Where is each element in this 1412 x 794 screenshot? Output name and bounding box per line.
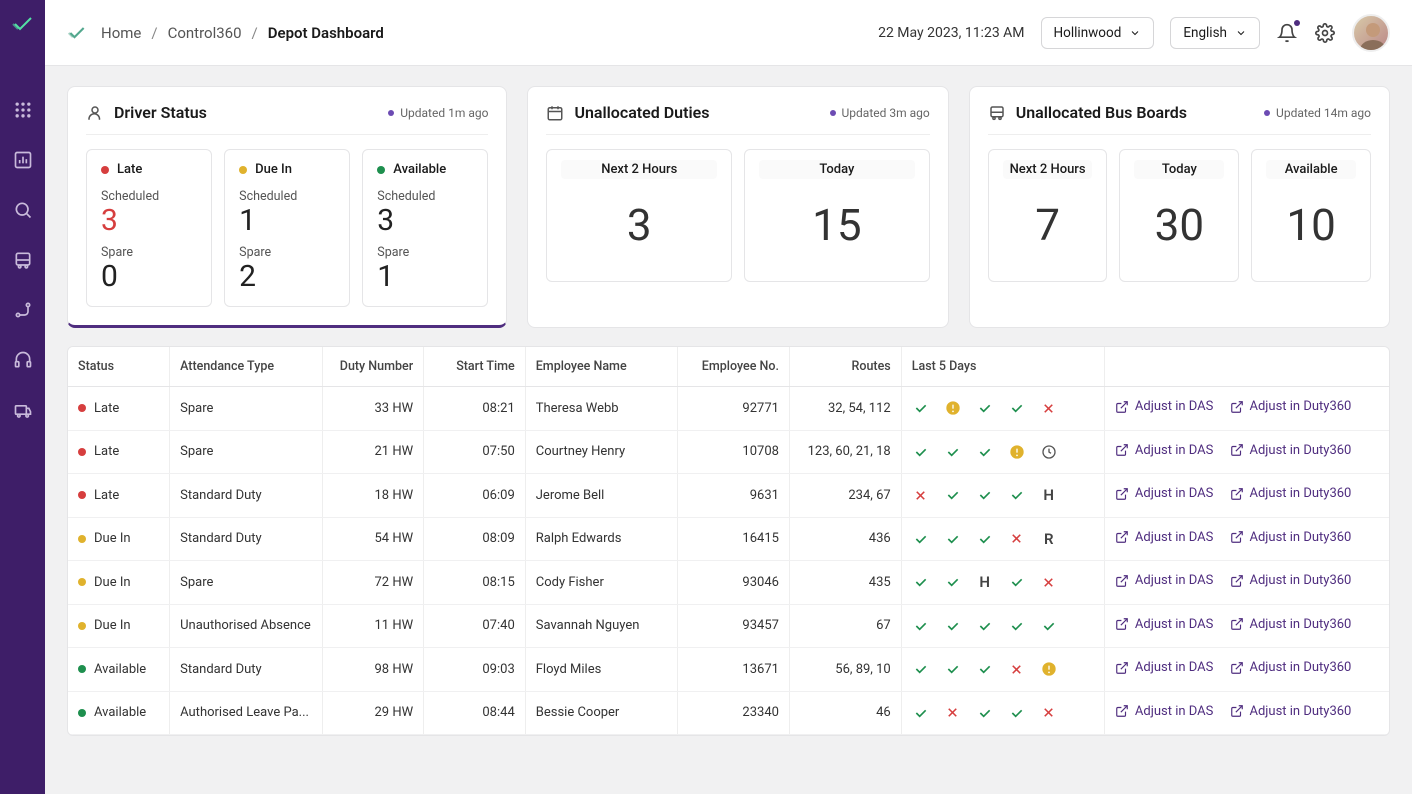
table-row: Late Spare 21 HW 07:50 Courtney Henry 10…: [68, 430, 1389, 474]
table-row: Due In Unauthorised Absence 11 HW 07:40 …: [68, 604, 1389, 648]
nav-route-icon[interactable]: [11, 298, 35, 322]
adjust-duty360-link[interactable]: Adjust in Duty360: [1230, 486, 1352, 501]
adjust-das-link[interactable]: Adjust in DAS: [1115, 573, 1213, 588]
chevron-down-icon: [1129, 27, 1141, 39]
nav-headset-icon[interactable]: [11, 348, 35, 372]
adjust-das-link[interactable]: Adjust in DAS: [1115, 443, 1213, 458]
table-row: Late Standard Duty 18 HW 06:09 Jerome Be…: [68, 474, 1389, 518]
language-selector[interactable]: English: [1170, 17, 1260, 49]
card-title-text: Unallocated Bus Boards: [1016, 103, 1187, 122]
bus-box: Next 2 Hours7: [988, 149, 1108, 282]
driver-status-box: Due In Scheduled 1 Spare 2: [224, 149, 350, 307]
table-row: Due In Spare 72 HW 08:15 Cody Fisher 930…: [68, 561, 1389, 605]
th-duty[interactable]: Duty Number: [322, 347, 424, 387]
app-check-icon: [67, 23, 87, 43]
breadcrumb: Home / Control360 / Depot Dashboard: [67, 23, 384, 43]
th-name[interactable]: Employee Name: [525, 347, 677, 387]
adjust-duty360-link[interactable]: Adjust in Duty360: [1230, 617, 1352, 632]
card-title-text: Unallocated Duties: [574, 103, 709, 122]
th-start[interactable]: Start Time: [424, 347, 526, 387]
topbar: Home / Control360 / Depot Dashboard 22 M…: [45, 0, 1412, 66]
breadcrumb-home[interactable]: Home: [101, 24, 141, 42]
breadcrumb-current: Depot Dashboard: [268, 24, 384, 42]
card-driver-status[interactable]: Driver Status Updated 1m ago Late Schedu…: [67, 86, 507, 328]
calendar-icon: [546, 104, 564, 122]
adjust-duty360-link[interactable]: Adjust in Duty360: [1230, 573, 1352, 588]
adjust-das-link[interactable]: Adjust in DAS: [1115, 617, 1213, 632]
adjust-das-link[interactable]: Adjust in DAS: [1115, 486, 1213, 501]
card-unallocated-duties[interactable]: Unallocated Duties Updated 3m ago Next 2…: [527, 86, 948, 328]
notifications-button[interactable]: [1276, 22, 1298, 44]
card-updated: Updated 14m ago: [1264, 106, 1371, 120]
card-updated: Updated 3m ago: [830, 106, 930, 120]
card-unallocated-bus[interactable]: Unallocated Bus Boards Updated 14m ago N…: [969, 86, 1390, 328]
nav-bus-icon[interactable]: [11, 248, 35, 272]
adjust-duty360-link[interactable]: Adjust in Duty360: [1230, 399, 1352, 414]
th-last5[interactable]: Last 5 Days: [901, 347, 1104, 387]
driver-table: Status Attendance Type Duty Number Start…: [67, 346, 1390, 736]
adjust-das-link[interactable]: Adjust in DAS: [1115, 704, 1213, 719]
nav-chart-icon[interactable]: [11, 148, 35, 172]
depot-selector-label: Hollinwood: [1054, 25, 1122, 41]
language-selector-label: English: [1183, 25, 1227, 41]
bus-icon: [988, 104, 1006, 122]
table-row: Available Standard Duty 98 HW 09:03 Floy…: [68, 648, 1389, 692]
table-row: Available Authorised Leave Pa... 29 HW 0…: [68, 691, 1389, 735]
chevron-down-icon: [1235, 27, 1247, 39]
table-row: Late Spare 33 HW 08:21 Theresa Webb 9277…: [68, 387, 1389, 431]
nav-search-icon[interactable]: [11, 198, 35, 222]
nav-van-icon[interactable]: [11, 398, 35, 422]
sidebar: [0, 0, 45, 794]
adjust-das-link[interactable]: Adjust in DAS: [1115, 399, 1213, 414]
nav-check-icon[interactable]: [11, 12, 35, 36]
th-status[interactable]: Status: [68, 347, 170, 387]
notification-badge: [1294, 20, 1300, 26]
adjust-duty360-link[interactable]: Adjust in Duty360: [1230, 704, 1352, 719]
table-row: Due In Standard Duty 54 HW 08:09 Ralph E…: [68, 517, 1389, 561]
bus-box: Available10: [1251, 149, 1371, 282]
adjust-das-link[interactable]: Adjust in DAS: [1115, 660, 1213, 675]
person-icon: [86, 104, 104, 122]
user-avatar[interactable]: [1352, 14, 1390, 52]
duties-box: Next 2 Hours3: [546, 149, 732, 282]
settings-button[interactable]: [1314, 22, 1336, 44]
th-attendance[interactable]: Attendance Type: [170, 347, 322, 387]
adjust-duty360-link[interactable]: Adjust in Duty360: [1230, 660, 1352, 675]
card-title-text: Driver Status: [114, 103, 207, 122]
adjust-duty360-link[interactable]: Adjust in Duty360: [1230, 530, 1352, 545]
breadcrumb-sep: /: [252, 24, 258, 42]
depot-selector[interactable]: Hollinwood: [1041, 17, 1155, 49]
driver-status-box: Late Scheduled 3 Spare 0: [86, 149, 212, 307]
datetime: 22 May 2023, 11:23 AM: [878, 25, 1024, 41]
adjust-duty360-link[interactable]: Adjust in Duty360: [1230, 443, 1352, 458]
adjust-das-link[interactable]: Adjust in DAS: [1115, 530, 1213, 545]
th-routes[interactable]: Routes: [789, 347, 901, 387]
driver-status-box: Available Scheduled 3 Spare 1: [362, 149, 488, 307]
card-updated: Updated 1m ago: [388, 106, 488, 120]
nav-grid-icon[interactable]: [11, 98, 35, 122]
bus-box: Today30: [1119, 149, 1239, 282]
th-empno[interactable]: Employee No.: [678, 347, 790, 387]
duties-box: Today15: [744, 149, 930, 282]
breadcrumb-sep: /: [151, 24, 157, 42]
breadcrumb-section[interactable]: Control360: [168, 24, 242, 42]
